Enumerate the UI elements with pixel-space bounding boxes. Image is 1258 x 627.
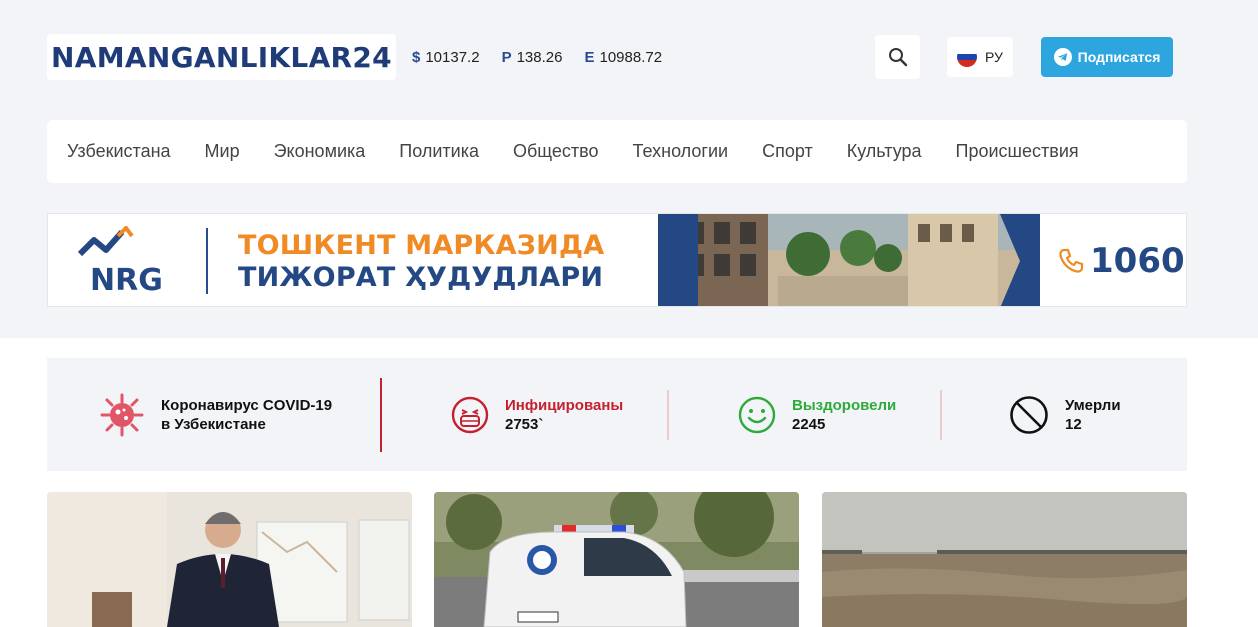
language-selector[interactable]: РУ <box>947 37 1013 77</box>
banner-street-photo <box>658 214 1040 306</box>
covid-died-block: Умерли 12 <box>1009 358 1121 471</box>
nav-item-politics[interactable]: Политика <box>382 141 496 162</box>
news-card[interactable] <box>822 492 1187 627</box>
covid-divider <box>667 390 669 440</box>
search-icon <box>888 48 907 67</box>
banner-headline-1: ТОШКЕНТ МАРКАЗИДА <box>238 230 605 261</box>
news-card-image <box>822 492 1187 627</box>
covid-recovered-label: Выздоровели <box>792 396 897 414</box>
rate-usd-value: 10137.2 <box>425 48 480 66</box>
banner-phone-number: 1060 <box>1090 241 1185 281</box>
covid-stats: Коронавирус COVID-19 в Узбекистане Инфиц… <box>47 358 1187 471</box>
nav-item-sport[interactable]: Спорт <box>745 141 830 162</box>
covid-died-value: 12 <box>1065 415 1082 433</box>
covid-title: Коронавирус COVID-19 в Узбекистане <box>161 396 332 434</box>
covid-infected-label: Инфицированы <box>505 396 624 414</box>
nav-item-economy[interactable]: Экономика <box>257 141 383 162</box>
main-nav: Узбекистана Мир Экономика Политика Общес… <box>47 120 1187 183</box>
covid-recovered-block: Выздоровели 2245 <box>738 358 896 471</box>
phone-icon <box>1059 248 1084 273</box>
nrg-logo: NRG <box>78 226 163 296</box>
rate-rub-value: 138.26 <box>516 48 563 66</box>
news-card[interactable] <box>47 492 412 627</box>
rate-eur: E 10988.72 <box>584 49 662 66</box>
russia-flag-icon <box>957 47 978 67</box>
nav-item-technology[interactable]: Технологии <box>616 141 746 162</box>
virus-icon <box>100 393 144 436</box>
nav-item-uzbekistan[interactable]: Узбекистана <box>47 141 188 162</box>
covid-infected-block: Инфицированы 2753` <box>451 358 623 471</box>
covid-recovered: Выздоровели 2245 <box>792 396 896 434</box>
covid-died: Умерли 12 <box>1065 396 1121 434</box>
covid-title-block: Коронавирус COVID-19 в Узбекистане <box>99 358 332 471</box>
news-card[interactable] <box>434 492 799 627</box>
dollar-icon: $ <box>412 48 421 66</box>
smile-icon <box>738 396 776 433</box>
covid-infected: Инфицированы 2753` <box>505 396 623 434</box>
search-button[interactable] <box>875 35 920 79</box>
rate-rub: P 138.26 <box>502 49 563 66</box>
language-label: РУ <box>985 49 1003 65</box>
nrg-brand-text: NRG <box>90 263 163 296</box>
telegram-icon <box>1053 48 1072 66</box>
covid-divider <box>380 378 382 452</box>
euro-icon: E <box>584 48 595 66</box>
covid-died-label: Умерли <box>1065 396 1121 414</box>
advertisement-banner[interactable]: NRG ТОШКЕНТ МАРКАЗИДА ТИЖОРАТ ҲУДУДЛАРИ … <box>47 213 1187 307</box>
covid-title-line-1: Коронавирус COVID-19 <box>161 396 333 414</box>
nav-item-society[interactable]: Общество <box>496 141 616 162</box>
covid-infected-value: 2753` <box>505 415 544 433</box>
masked-face-icon <box>451 396 489 433</box>
nav-item-culture[interactable]: Культура <box>830 141 939 162</box>
logo-text: NAMANGANLIKLAR24 <box>51 40 392 74</box>
prohibited-icon <box>1010 395 1048 434</box>
banner-phone: 1060 <box>1056 241 1185 281</box>
currency-rates: $ 10137.2 P 138.26 E 10988.72 <box>412 47 662 67</box>
rate-eur-value: 10988.72 <box>599 48 663 66</box>
nav-item-incidents[interactable]: Происшествия <box>939 141 1096 162</box>
banner-divider <box>206 228 208 294</box>
ruble-icon: P <box>501 48 512 66</box>
news-card-image <box>434 492 799 627</box>
subscribe-button[interactable]: Подписатся <box>1041 37 1173 77</box>
nav-item-world[interactable]: Мир <box>188 141 257 162</box>
covid-recovered-value: 2245 <box>792 415 826 433</box>
subscribe-label: Подписатся <box>1077 49 1161 65</box>
news-card-image <box>47 492 412 627</box>
banner-headline-2: ТИЖОРАТ ҲУДУДЛАРИ <box>238 262 604 293</box>
covid-title-line-2: в Узбекистане <box>161 415 266 433</box>
rate-usd: $ 10137.2 <box>412 49 480 66</box>
covid-divider <box>940 390 942 440</box>
site-logo[interactable]: NAMANGANLIKLAR24 <box>47 34 396 80</box>
